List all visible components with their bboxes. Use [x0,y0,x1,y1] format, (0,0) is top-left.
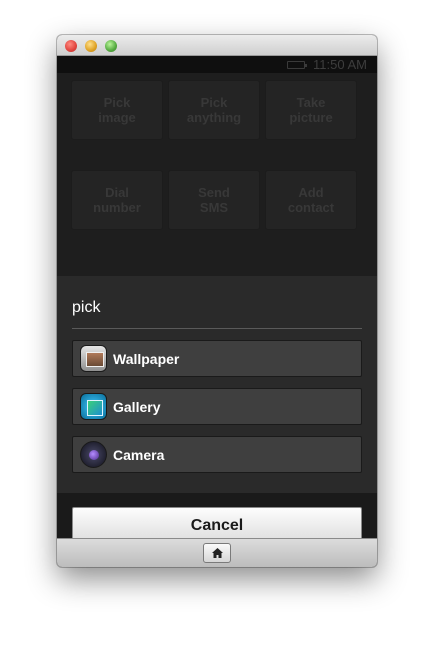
dialog-divider [72,328,362,329]
tile-add-contact: Add contact [265,170,357,230]
minimize-window-button[interactable] [85,40,97,52]
chooser-dialog: pick Wallpaper Gallery Camera Cancel [57,276,377,538]
dialog-title: pick [72,299,101,316]
status-clock: 11:50 AM [313,57,367,72]
device-screen: 11:50 AM Pick image Pick anything Take p… [57,56,377,538]
cancel-button[interactable]: Cancel [72,507,362,538]
dialog-button-bar: Cancel [57,493,377,538]
home-icon [212,548,223,558]
app-window: 11:50 AM Pick image Pick anything Take p… [57,35,377,567]
choice-gallery[interactable]: Gallery [72,388,362,425]
status-bar: 11:50 AM [57,56,377,73]
choice-camera[interactable]: Camera [72,436,362,473]
choice-label: Wallpaper [113,351,180,367]
home-button[interactable] [203,543,231,563]
window-titlebar [57,35,377,56]
tile-send-sms: Send SMS [168,170,260,230]
choice-label: Gallery [113,399,161,415]
emulator-bottom-bar [57,538,377,567]
tile-take-picture: Take picture [265,80,357,140]
battery-icon [287,61,307,69]
tile-pick-anything: Pick anything [168,80,260,140]
choice-wallpaper[interactable]: Wallpaper [72,340,362,377]
camera-icon [80,441,107,468]
choice-label: Camera [113,447,165,463]
tile-pick-image: Pick image [71,80,163,140]
wallpaper-icon [80,345,107,372]
gallery-icon [80,393,107,420]
zoom-window-button[interactable] [105,40,117,52]
close-window-button[interactable] [65,40,77,52]
tile-dial-number: Dial number [71,170,163,230]
